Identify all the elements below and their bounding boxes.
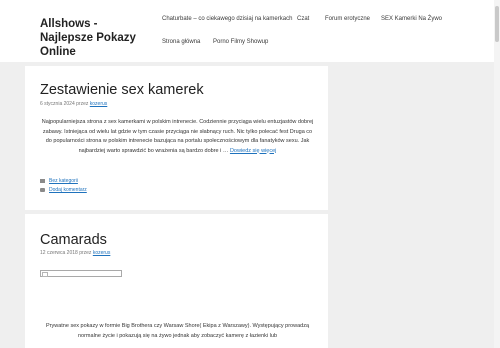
- article-title[interactable]: Zestawienie sex kamerek: [40, 81, 204, 99]
- article-excerpt: Najpopularniejsza strona z sex kamerkami…: [40, 118, 315, 156]
- nav-item-porno-filmy[interactable]: Porno Filmy Showup: [213, 38, 268, 46]
- scrollbar[interactable]: [494, 0, 500, 348]
- read-more-link[interactable]: Dowiedz się więcej: [230, 148, 276, 154]
- folder-icon: [40, 179, 45, 183]
- article-card: Zestawienie sex kamerek 6 stycznia 2024 …: [25, 66, 328, 210]
- category-link[interactable]: Bez kategorii: [49, 178, 78, 184]
- article-by: przez: [79, 250, 92, 256]
- broken-image-icon: [40, 270, 122, 277]
- scrollbar-thumb[interactable]: [495, 6, 499, 42]
- article-excerpt: Prywatne sex pokazy w formie Big Brother…: [40, 322, 315, 341]
- article-date: 6 stycznia 2024: [40, 101, 75, 107]
- article-meta: 6 stycznia 2024 przez kozerus: [40, 101, 107, 107]
- add-comment-link[interactable]: Dodaj komentarz: [49, 187, 87, 193]
- article-by: przez: [76, 101, 89, 107]
- site-title[interactable]: Allshows - Najlepsze Pokazy Online: [40, 17, 150, 59]
- article-card: Camarads 12 czerwca 2018 przez kozerus P…: [25, 214, 328, 348]
- nav-item-forum[interactable]: Forum erotyczne: [325, 15, 370, 23]
- site-header: Allshows - Najlepsze Pokazy Online Chatu…: [0, 0, 500, 62]
- author-link[interactable]: kozerus: [93, 250, 111, 256]
- article-meta: 12 czerwca 2018 przez kozerus: [40, 250, 110, 256]
- nav-item-sex-kamerki[interactable]: SEX Kamerki Na Żywo: [381, 15, 442, 23]
- category-line: Bez kategorii: [40, 178, 78, 184]
- comment-icon: [40, 188, 45, 192]
- nav-item-home[interactable]: Strona główna: [162, 38, 200, 46]
- comment-line: Dodaj komentarz: [40, 187, 87, 193]
- article-date: 12 czerwca 2018: [40, 250, 78, 256]
- author-link[interactable]: kozerus: [90, 101, 108, 107]
- nav-item-czat[interactable]: Czat: [297, 15, 309, 23]
- nav-item-chaturbate[interactable]: Chaturbate – co ciekawego dzisiaj na kam…: [162, 15, 292, 23]
- article-title[interactable]: Camarads: [40, 231, 107, 249]
- excerpt-text: Prywatne sex pokazy w formie Big Brother…: [45, 323, 310, 339]
